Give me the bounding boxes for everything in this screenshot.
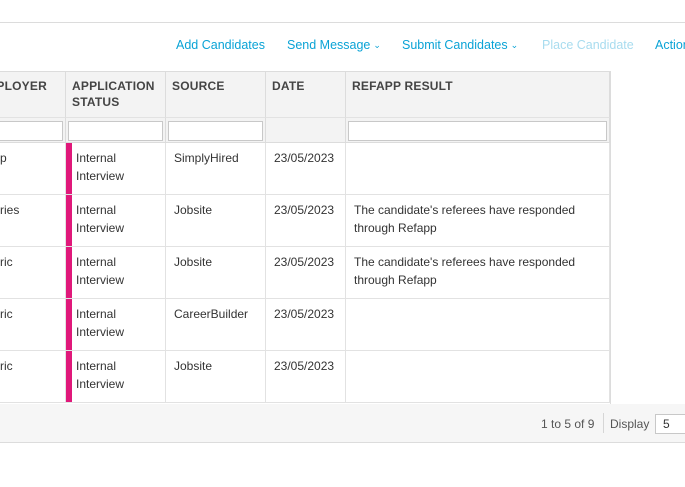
cell-source: Jobsite bbox=[166, 247, 266, 299]
cell-application-status: Internal Interview bbox=[66, 143, 166, 195]
filter-cell-employer bbox=[0, 117, 66, 143]
cell-source-text: CareerBuilder bbox=[174, 307, 249, 321]
filter-cell-application-status bbox=[66, 117, 166, 143]
page-size-select[interactable]: 5 bbox=[655, 414, 685, 434]
cell-employer: ric bbox=[0, 247, 66, 299]
cell-employer: ric bbox=[0, 351, 66, 403]
cell-refapp-result-text: The candidate's referees have responded … bbox=[354, 203, 576, 235]
cell-employer: p bbox=[0, 143, 66, 195]
column-header-label: REFAPP RESULT bbox=[352, 79, 453, 93]
chevron-down-icon: ⌄ bbox=[510, 40, 519, 50]
candidates-table: EMPLOYER APPLICATION STATUS SOURCE DATE … bbox=[0, 71, 611, 405]
cell-application-status-text: Internal Interview bbox=[76, 151, 125, 183]
column-header-application-status[interactable]: APPLICATION STATUS bbox=[66, 71, 166, 117]
cell-refapp-result: The candidate's referees have responded … bbox=[346, 195, 610, 247]
chevron-down-icon: ⌄ bbox=[373, 40, 381, 50]
cell-date: 23/05/2023 bbox=[266, 247, 346, 299]
column-header-date[interactable]: DATE bbox=[266, 71, 346, 117]
cell-employer-text: ric bbox=[0, 255, 13, 269]
top-divider bbox=[0, 22, 685, 23]
cell-application-status-text: Internal Interview bbox=[76, 359, 125, 391]
cell-refapp-result bbox=[346, 143, 610, 195]
filter-cell-source bbox=[166, 117, 266, 143]
footer-divider bbox=[603, 413, 604, 433]
cell-refapp-result: The candidate's referees have responded … bbox=[346, 247, 610, 299]
filter-cell-refapp-result bbox=[346, 117, 610, 143]
display-label: Display bbox=[610, 417, 650, 431]
cell-application-status-text: Internal Interview bbox=[76, 307, 125, 339]
table-footer: 1 to 5 of 9 Display 5 bbox=[0, 404, 685, 443]
cell-employer-text: p bbox=[0, 151, 7, 165]
filter-application-status-input[interactable] bbox=[68, 121, 163, 141]
cell-employer-text: ric bbox=[0, 307, 13, 321]
cell-source-text: Jobsite bbox=[174, 255, 213, 269]
column-header-refapp-result[interactable]: REFAPP RESULT bbox=[346, 71, 610, 117]
cell-application-status: Internal Interview bbox=[66, 351, 166, 403]
status-color-marker bbox=[66, 299, 72, 350]
page-size-value: 5 bbox=[663, 417, 670, 431]
column-header-label: DATE bbox=[272, 79, 305, 93]
cell-application-status-text: Internal Interview bbox=[76, 255, 125, 287]
filter-refapp-result-input[interactable] bbox=[348, 121, 607, 141]
filter-employer-input[interactable] bbox=[0, 121, 63, 141]
actions-dropdown[interactable]: Actions bbox=[655, 38, 685, 52]
status-color-marker bbox=[66, 143, 72, 194]
column-header-label: SOURCE bbox=[172, 79, 225, 93]
cell-date-text: 23/05/2023 bbox=[274, 151, 335, 165]
send-message-label: Send Message bbox=[287, 38, 371, 52]
cell-source: Jobsite bbox=[166, 195, 266, 247]
submit-candidates-label: Submit Candidates bbox=[402, 38, 508, 52]
status-color-marker bbox=[66, 195, 72, 246]
cell-date: 23/05/2023 bbox=[266, 195, 346, 247]
cell-application-status-text: Internal Interview bbox=[76, 203, 125, 235]
cell-source-text: Jobsite bbox=[174, 359, 213, 373]
cell-date-text: 23/05/2023 bbox=[274, 359, 335, 373]
cell-employer-text: ric bbox=[0, 359, 13, 373]
column-header-label: EMPLOYER bbox=[0, 79, 47, 93]
send-message-dropdown[interactable]: Send Message ⌄ bbox=[287, 38, 381, 52]
cell-date: 23/05/2023 bbox=[266, 299, 346, 351]
cell-employer: ries bbox=[0, 195, 66, 247]
cell-refapp-result bbox=[346, 351, 610, 403]
cell-source-text: Jobsite bbox=[174, 203, 213, 217]
cell-source-text: SimplyHired bbox=[174, 151, 239, 165]
pagination-summary: 1 to 5 of 9 bbox=[541, 417, 595, 431]
cell-source: SimplyHired bbox=[166, 143, 266, 195]
cell-date: 23/05/2023 bbox=[266, 351, 346, 403]
status-color-marker bbox=[66, 247, 72, 298]
cell-date: 23/05/2023 bbox=[266, 143, 346, 195]
cell-source: Jobsite bbox=[166, 351, 266, 403]
cell-application-status: Internal Interview bbox=[66, 299, 166, 351]
cell-date-text: 23/05/2023 bbox=[274, 255, 335, 269]
add-candidates-button[interactable]: Add Candidates bbox=[176, 38, 265, 52]
cell-refapp-result bbox=[346, 299, 610, 351]
column-header-label: APPLICATION STATUS bbox=[72, 79, 155, 109]
column-header-source[interactable]: SOURCE bbox=[166, 71, 266, 117]
cell-employer-text: ries bbox=[0, 203, 20, 217]
cell-date-text: 23/05/2023 bbox=[274, 203, 335, 217]
cell-refapp-result-text: The candidate's referees have responded … bbox=[354, 255, 576, 287]
status-color-marker bbox=[66, 351, 72, 402]
cell-source: CareerBuilder bbox=[166, 299, 266, 351]
cell-employer: ric bbox=[0, 299, 66, 351]
cell-application-status: Internal Interview bbox=[66, 195, 166, 247]
toolbar: Add Candidates Send Message ⌄ Submit Cand… bbox=[0, 38, 685, 54]
filter-cell-date bbox=[266, 117, 346, 143]
place-candidate-button[interactable]: Place Candidate bbox=[542, 38, 634, 52]
cell-application-status: Internal Interview bbox=[66, 247, 166, 299]
column-header-employer[interactable]: EMPLOYER bbox=[0, 71, 66, 117]
filter-source-input[interactable] bbox=[168, 121, 263, 141]
cell-date-text: 23/05/2023 bbox=[274, 307, 335, 321]
submit-candidates-dropdown[interactable]: Submit Candidates ⌄ bbox=[402, 38, 518, 52]
